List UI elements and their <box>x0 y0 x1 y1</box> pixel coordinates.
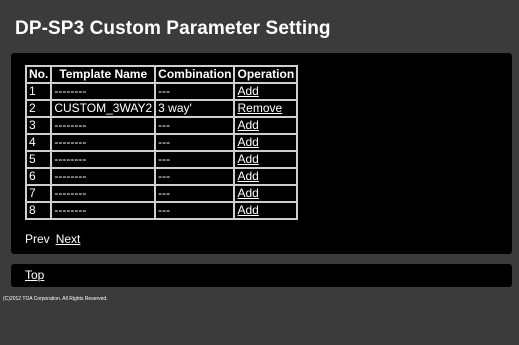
operation-cell: Remove <box>234 100 298 117</box>
row-number: 1 <box>26 83 52 100</box>
template-name-cell: -------- <box>51 168 156 185</box>
parameter-panel: No. Template Name Combination Operation … <box>11 53 512 254</box>
add-link[interactable]: Add <box>237 186 258 200</box>
parameter-table: No. Template Name Combination Operation … <box>25 65 299 220</box>
template-name-cell: -------- <box>51 117 156 134</box>
table-row: 2 CUSTOM_3WAY2 3 way' Remove <box>26 100 298 117</box>
add-link[interactable]: Add <box>237 203 258 217</box>
operation-cell: Add <box>234 151 298 168</box>
next-link[interactable]: Next <box>56 232 81 246</box>
table-row: 4 -------- --- Add <box>26 134 298 151</box>
row-number: 7 <box>26 185 52 202</box>
header-operation: Operation <box>234 66 298 83</box>
row-number: 6 <box>26 168 52 185</box>
copyright-text: (C)2012 TOA Corporation. All Rights Rese… <box>3 296 108 302</box>
combination-cell: 3 way' <box>155 100 235 117</box>
add-link[interactable]: Add <box>237 135 258 149</box>
operation-cell: Add <box>234 117 298 134</box>
header-template-name: Template Name <box>51 66 156 83</box>
operation-cell: Add <box>234 168 298 185</box>
row-number: 5 <box>26 151 52 168</box>
header-combination: Combination <box>155 66 235 83</box>
row-number: 8 <box>26 202 52 219</box>
add-link[interactable]: Add <box>237 84 258 98</box>
row-number: 3 <box>26 117 52 134</box>
operation-cell: Add <box>234 202 298 219</box>
add-link[interactable]: Add <box>237 169 258 183</box>
add-link[interactable]: Add <box>237 118 258 132</box>
combination-cell: --- <box>155 202 235 219</box>
top-nav-bar: Top <box>11 264 512 287</box>
table-row: 3 -------- --- Add <box>26 117 298 134</box>
template-name-cell: CUSTOM_3WAY2 <box>51 100 156 117</box>
template-name-cell: -------- <box>51 202 156 219</box>
template-name-cell: -------- <box>51 83 156 100</box>
header-no: No. <box>26 66 52 83</box>
combination-cell: --- <box>155 185 235 202</box>
combination-cell: --- <box>155 168 235 185</box>
prev-label: Prev <box>25 232 50 246</box>
operation-cell: Add <box>234 83 298 100</box>
table-row: 8 -------- --- Add <box>26 202 298 219</box>
template-name-cell: -------- <box>51 134 156 151</box>
table-row: 6 -------- --- Add <box>26 168 298 185</box>
template-name-cell: -------- <box>51 185 156 202</box>
operation-cell: Add <box>234 185 298 202</box>
combination-cell: --- <box>155 151 235 168</box>
operation-cell: Add <box>234 134 298 151</box>
combination-cell: --- <box>155 83 235 100</box>
combination-cell: --- <box>155 134 235 151</box>
pagination: Prev Next <box>25 232 86 246</box>
top-link[interactable]: Top <box>25 268 44 282</box>
table-row: 1 -------- --- Add <box>26 83 298 100</box>
remove-link[interactable]: Remove <box>237 101 282 115</box>
table-header-row: No. Template Name Combination Operation <box>26 66 298 83</box>
add-link[interactable]: Add <box>237 152 258 166</box>
table-row: 5 -------- --- Add <box>26 151 298 168</box>
combination-cell: --- <box>155 117 235 134</box>
template-name-cell: -------- <box>51 151 156 168</box>
row-number: 2 <box>26 100 52 117</box>
table-row: 7 -------- --- Add <box>26 185 298 202</box>
page-title: DP-SP3 Custom Parameter Setting <box>15 18 331 39</box>
row-number: 4 <box>26 134 52 151</box>
